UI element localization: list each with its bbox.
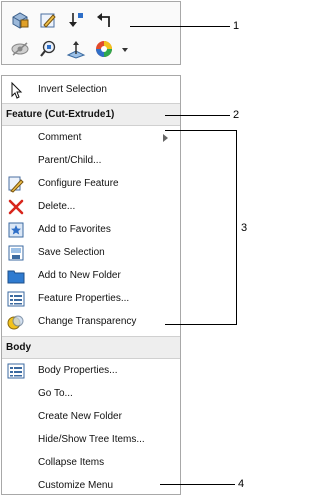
callout-number-3: 3: [241, 222, 248, 234]
folder-icon: [7, 267, 25, 285]
context-toolbar: [1, 1, 181, 65]
edit-sketch-icon[interactable]: [38, 10, 58, 30]
favorites-icon: [7, 221, 25, 239]
properties-icon: [7, 362, 25, 380]
rebuild-icon[interactable]: [10, 10, 30, 30]
callout-number-4: 4: [238, 478, 245, 490]
cursor-arrow-icon: [7, 81, 25, 99]
menu-item-add-to-new-folder[interactable]: Add to New Folder: [2, 265, 180, 288]
menu-item-comment[interactable]: Comment: [2, 127, 180, 150]
menu-item-invert-selection[interactable]: Invert Selection: [2, 79, 180, 102]
callout-line-1: [130, 26, 230, 27]
menu-item-configure-feature[interactable]: Configure Feature: [2, 173, 180, 196]
configure-feature-icon: [7, 175, 25, 193]
menu-item-parent-child[interactable]: Parent/Child...: [2, 150, 180, 173]
save-selection-icon: [7, 244, 25, 262]
callout-number-2: 2: [233, 109, 240, 121]
menu-item-create-new-folder[interactable]: Create New Folder: [2, 406, 180, 429]
menu-item-hide-show-tree-items[interactable]: Hide/Show Tree Items...: [2, 429, 180, 452]
callout-line-2: [165, 115, 230, 116]
back-arrow-icon[interactable]: [94, 10, 114, 30]
callout-number-1: 1: [233, 20, 240, 32]
menu-item-delete[interactable]: Delete...: [2, 196, 180, 219]
context-menu: Invert Selection Feature (Cut-Extrude1) …: [1, 75, 181, 495]
menu-item-add-to-favorites[interactable]: Add to Favorites: [2, 219, 180, 242]
callout-line-4: [160, 484, 235, 485]
appearance-icon[interactable]: [94, 39, 114, 59]
properties-icon: [7, 290, 25, 308]
menu-item-customize-menu[interactable]: Customize Menu: [2, 475, 180, 498]
callout-bracket-3: [165, 130, 237, 325]
zoom-to-selection-icon[interactable]: [38, 39, 58, 59]
menu-item-save-selection[interactable]: Save Selection: [2, 242, 180, 265]
menu-item-go-to[interactable]: Go To...: [2, 383, 180, 406]
normal-to-icon[interactable]: [66, 39, 86, 59]
delete-icon: [7, 198, 25, 216]
menu-item-change-transparency[interactable]: Change Transparency: [2, 311, 180, 334]
menu-item-feature-properties[interactable]: Feature Properties...: [2, 288, 180, 311]
transparency-icon: [7, 313, 25, 331]
body-section-header: Body: [2, 336, 180, 359]
rollback-icon[interactable]: [66, 10, 86, 30]
hide-icon[interactable]: [10, 39, 30, 59]
dropdown-arrow-icon[interactable]: [120, 39, 130, 59]
feature-section-header: Feature (Cut-Extrude1): [2, 103, 180, 126]
menu-item-collapse-items[interactable]: Collapse Items: [2, 452, 180, 475]
menu-item-label: Invert Selection: [38, 84, 107, 95]
menu-item-body-properties[interactable]: Body Properties...: [2, 360, 180, 383]
